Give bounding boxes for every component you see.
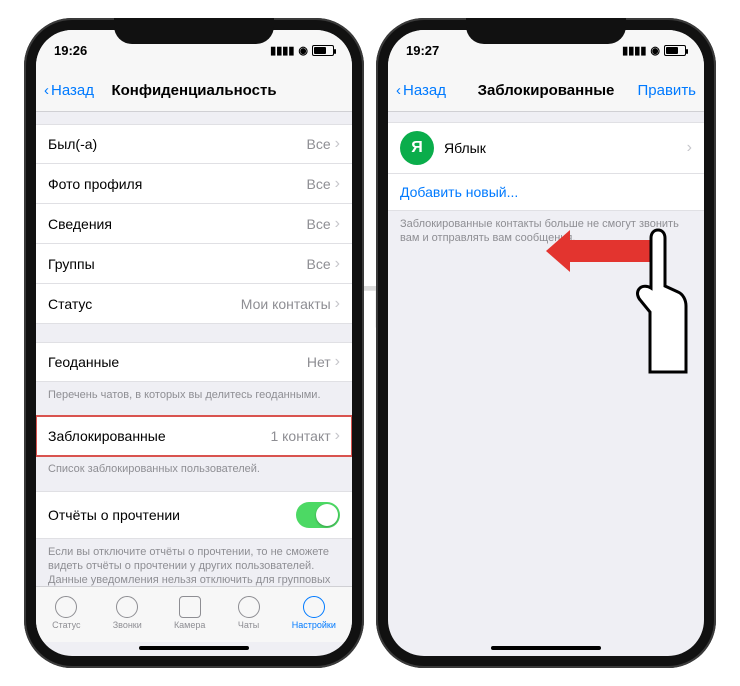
value: Все [307, 136, 331, 152]
tab-label: Статус [52, 620, 80, 630]
edit-button[interactable]: Править [638, 82, 697, 99]
chat-icon [238, 596, 260, 618]
label: Сведения [48, 216, 112, 232]
nav-bar: ‹ Назад Конфиденциальность [36, 70, 352, 112]
value: 1 контакт [270, 428, 330, 444]
value: Все [307, 256, 331, 272]
avatar: Я [400, 131, 434, 165]
value: Нет [307, 354, 331, 370]
back-button[interactable]: ‹ Назад [396, 82, 446, 99]
wifi-icon: ◉ [298, 44, 308, 57]
row-status[interactable]: Статус Мои контакты› [36, 284, 352, 324]
tab-settings[interactable]: Настройки [292, 596, 336, 630]
signal-icon: ▮▮▮▮ [270, 44, 294, 57]
footer-blocked: Список заблокированных пользователей. [36, 456, 352, 482]
clock: 19:26 [54, 43, 87, 58]
row-about[interactable]: Сведения Все› [36, 204, 352, 244]
label: Был(-а) [48, 136, 97, 152]
back-label: Назад [51, 82, 94, 99]
status-icon [55, 596, 77, 618]
nav-bar: ‹ Назад Заблокированные Править [388, 70, 704, 112]
chevron-right-icon: › [335, 215, 340, 233]
chevron-right-icon: › [335, 295, 340, 313]
tab-label: Звонки [113, 620, 142, 630]
row-profile-photo[interactable]: Фото профиля Все› [36, 164, 352, 204]
tab-camera[interactable]: Камера [174, 596, 205, 630]
label: Фото профиля [48, 176, 142, 192]
footer-location: Перечень чатов, в которых вы делитесь ге… [36, 382, 352, 408]
wifi-icon: ◉ [650, 44, 660, 57]
tab-calls[interactable]: Звонки [113, 596, 142, 630]
home-indicator [139, 646, 249, 650]
page-title: Заблокированные [478, 82, 615, 99]
phone-icon [116, 596, 138, 618]
footer-receipts: Если вы отключите отчёты о прочтении, то… [36, 539, 352, 586]
camera-icon [179, 596, 201, 618]
phone-mockup-left: 19:26 ▮▮▮▮ ◉ ‹ Назад Конфиденциальность … [24, 18, 364, 668]
pointing-hand-icon [628, 222, 698, 387]
tab-label: Настройки [292, 620, 336, 630]
chevron-right-icon: › [335, 175, 340, 193]
value: Все [307, 216, 331, 232]
tab-chats[interactable]: Чаты [238, 596, 260, 630]
label: Заблокированные [48, 428, 166, 444]
chevron-right-icon: › [335, 255, 340, 273]
battery-icon [312, 45, 334, 56]
tab-label: Чаты [238, 620, 259, 630]
chevron-right-icon: › [335, 135, 340, 153]
contact-name: Яблык [444, 140, 486, 156]
chevron-right-icon: › [335, 353, 340, 371]
toggle-on-icon[interactable] [296, 502, 340, 528]
label: Статус [48, 296, 92, 312]
tab-label: Камера [174, 620, 205, 630]
tab-bar: Статус Звонки Камера Чаты Настройки [36, 586, 352, 642]
row-blocked[interactable]: Заблокированные 1 контакт › [36, 416, 352, 456]
row-groups[interactable]: Группы Все› [36, 244, 352, 284]
tab-status[interactable]: Статус [52, 596, 80, 630]
chevron-right-icon: › [687, 139, 692, 156]
notch [466, 18, 626, 44]
gear-icon [303, 596, 325, 618]
chevron-left-icon: ‹ [44, 82, 49, 99]
blocked-contact-row[interactable]: Я Яблык › [388, 122, 704, 174]
add-new-button[interactable]: Добавить новый... [388, 174, 704, 211]
value: Все [307, 176, 331, 192]
phone-mockup-right: 19:27 ▮▮▮▮ ◉ ‹ Назад Заблокированные Пра… [376, 18, 716, 668]
battery-icon [664, 45, 686, 56]
label: Геоданные [48, 354, 119, 370]
row-last-seen[interactable]: Был(-а) Все› [36, 124, 352, 164]
home-indicator [491, 646, 601, 650]
chevron-right-icon: › [335, 427, 340, 445]
value: Мои контакты [241, 296, 331, 312]
notch [114, 18, 274, 44]
row-read-receipts[interactable]: Отчёты о прочтении [36, 491, 352, 539]
row-live-location[interactable]: Геоданные Нет› [36, 342, 352, 382]
chevron-left-icon: ‹ [396, 82, 401, 99]
back-button[interactable]: ‹ Назад [44, 82, 94, 99]
page-title: Конфиденциальность [111, 82, 276, 99]
clock: 19:27 [406, 43, 439, 58]
signal-icon: ▮▮▮▮ [622, 44, 646, 57]
label: Отчёты о прочтении [48, 507, 180, 523]
back-label: Назад [403, 82, 446, 99]
label: Группы [48, 256, 95, 272]
